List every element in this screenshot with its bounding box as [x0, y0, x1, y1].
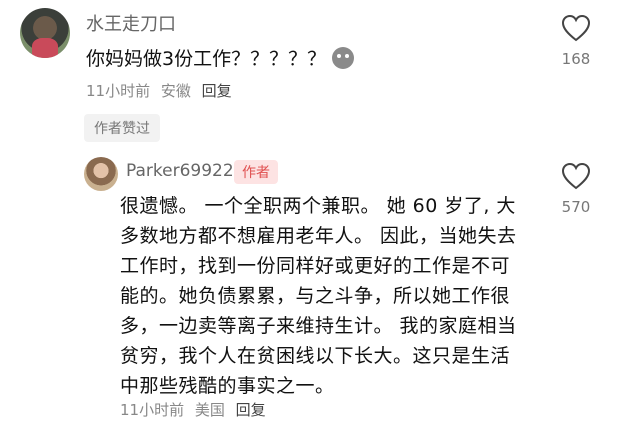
reply-username[interactable]: Parker69922: [126, 161, 234, 181]
comment-username[interactable]: 水王走刀口: [86, 10, 176, 36]
avatar[interactable]: [84, 157, 118, 191]
comment-text: 你妈妈做3份工作？？？？？: [86, 44, 355, 71]
like-count: 570: [561, 198, 591, 216]
comment-text-content: 你妈妈做3份工作？？？？？: [86, 48, 327, 70]
reply-button[interactable]: 回复: [236, 401, 266, 419]
main-comment: 水王走刀口 你妈妈做3份工作？？？？？ 11小时前 安徽 回复 作者赞过: [0, 0, 640, 145]
sticker-emoji-icon: [332, 47, 355, 69]
reply-meta: 11小时前 美国 回复: [120, 399, 266, 420]
heart-icon: [561, 14, 591, 42]
reply-text: 很遗憾。 一个全职两个兼职。 她 60 岁了, 大多数地方都不想雇用老年人。 因…: [120, 195, 517, 397]
like-count: 168: [561, 50, 591, 68]
like-button[interactable]: 168: [556, 14, 596, 68]
comment-location: 安徽: [160, 82, 191, 100]
comment-time: 11小时前: [86, 82, 151, 100]
reply-location: 美国: [194, 401, 225, 419]
like-button[interactable]: 570: [556, 162, 596, 216]
comment-meta: 11小时前 安徽 回复: [86, 80, 232, 101]
author-badge: 作者: [234, 160, 278, 184]
heart-icon: [561, 162, 591, 190]
reply-time: 11小时前: [120, 401, 185, 419]
reply-button[interactable]: 回复: [202, 82, 232, 100]
author-liked-badge: 作者赞过: [84, 114, 160, 142]
avatar[interactable]: [20, 8, 70, 58]
